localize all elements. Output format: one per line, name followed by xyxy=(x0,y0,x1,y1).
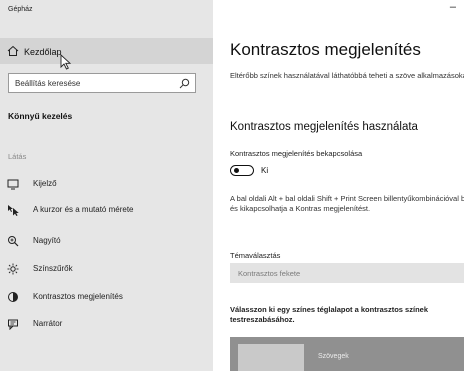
high-contrast-icon xyxy=(8,292,18,302)
sidebar-item-label: Kijelző xyxy=(33,179,57,188)
section-heading: Kontrasztos megjelenítés használata xyxy=(230,121,418,133)
sidebar-item-high-contrast[interactable]: Kontrasztos megjelenítés xyxy=(0,288,213,306)
narrator-icon xyxy=(8,319,18,330)
theme-label: Témaválasztás xyxy=(230,251,281,260)
color-pick-instruction: Válasszon ki egy színes téglalapot a kon… xyxy=(230,305,428,324)
monitor-icon xyxy=(7,179,19,190)
sidebar-item-magnifier[interactable]: Nagyító xyxy=(0,232,213,250)
contrast-preview-panel: Szövegek xyxy=(230,337,464,371)
sidebar-item-narrator[interactable]: Narrátor xyxy=(0,315,213,333)
page-title: Kontrasztos megjelenítés xyxy=(230,40,421,59)
mouse-pointer-icon xyxy=(60,54,72,70)
section-title: Könnyű kezelés xyxy=(8,111,73,121)
sidebar-item-display[interactable]: Kijelző xyxy=(0,175,213,193)
page-description: Eltérőbb színek használatával láthatóbbá… xyxy=(230,71,464,80)
theme-dropdown-value: Kontrasztos fekete xyxy=(238,269,301,278)
toggle-state: Ki xyxy=(261,166,269,175)
sidebar-item-home[interactable]: Kezdőlap xyxy=(0,38,213,64)
sidebar-item-label: Nagyító xyxy=(33,236,61,245)
settings-sidebar: Gépház Kezdőlap Beállítás keresése Könny… xyxy=(0,0,213,371)
group-title: Látás xyxy=(8,152,27,161)
toggle-label: Kontrasztos megjelenítés bekapcsolása xyxy=(230,149,363,158)
window-title: Gépház xyxy=(8,6,33,13)
sidebar-item-cursor-size[interactable]: A kurzor és a mutató mérete xyxy=(0,201,213,219)
sidebar-item-color-filters[interactable]: Színszűrők xyxy=(0,260,213,278)
home-icon xyxy=(7,45,19,56)
search-icon xyxy=(179,78,190,89)
sidebar-item-label: Narrátor xyxy=(33,319,63,328)
preview-text-label[interactable]: Szövegek xyxy=(318,353,349,360)
home-label: Kezdőlap xyxy=(24,47,62,57)
toggle-knob xyxy=(234,168,239,173)
sidebar-item-label: Kontrasztos megjelenítés xyxy=(33,292,123,301)
theme-dropdown[interactable]: Kontrasztos fekete xyxy=(230,263,464,283)
search-placeholder: Beállítás keresése xyxy=(15,79,81,88)
magnifier-icon xyxy=(8,236,19,247)
cursor-size-icon xyxy=(8,205,19,216)
sidebar-item-label: Színszűrők xyxy=(33,264,73,273)
settings-content: – Kontrasztos megjelenítés Eltérőbb szín… xyxy=(213,0,464,371)
color-swatch[interactable] xyxy=(238,344,304,371)
high-contrast-toggle[interactable] xyxy=(230,165,254,176)
shortcut-info: A bal oldali Alt + bal oldali Shift + Pr… xyxy=(230,194,464,213)
sidebar-item-label: A kurzor és a mutató mérete xyxy=(33,205,134,214)
color-filter-icon xyxy=(7,263,19,275)
minimize-button[interactable]: – xyxy=(450,1,456,13)
settings-search-input[interactable]: Beállítás keresése xyxy=(8,73,196,93)
